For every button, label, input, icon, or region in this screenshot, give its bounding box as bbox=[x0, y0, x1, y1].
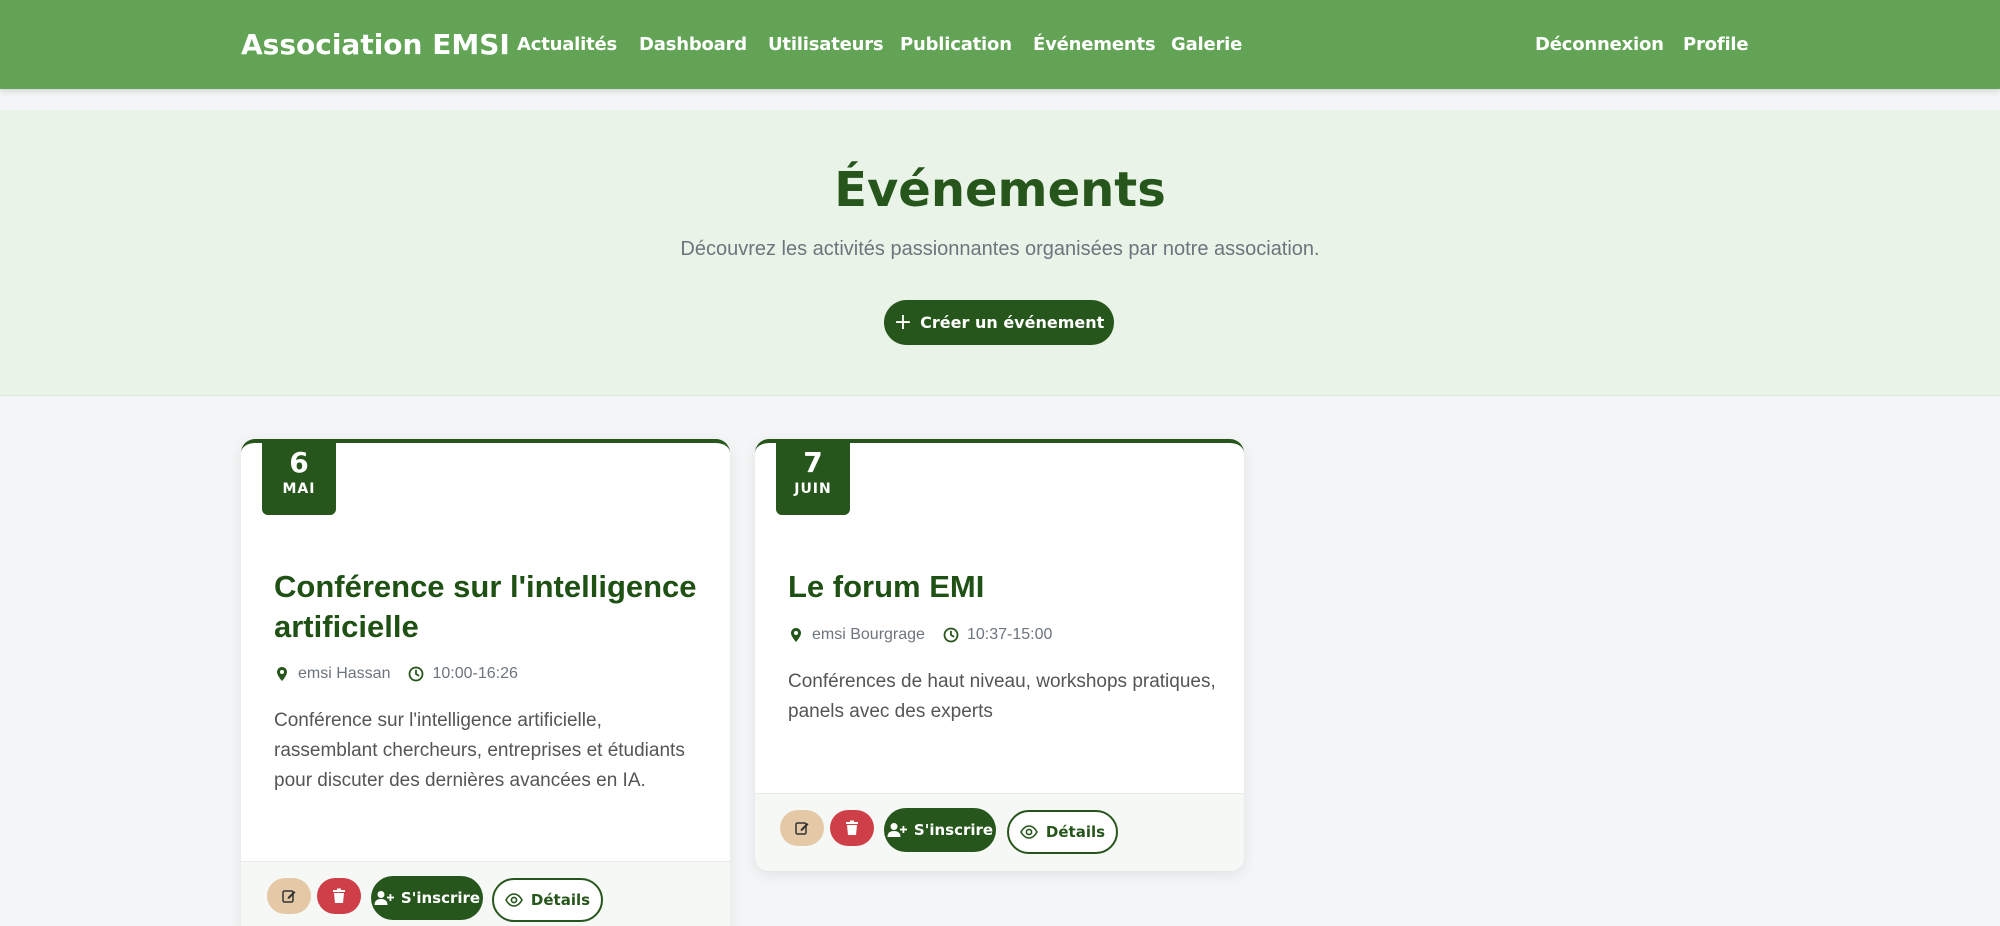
event-meta: emsi Hassan 10:00-16:26 bbox=[274, 665, 518, 683]
date-day: 7 bbox=[803, 446, 823, 479]
plus-icon: + bbox=[893, 309, 913, 335]
event-title: Le forum EMI bbox=[788, 569, 985, 604]
event-time: 10:37-15:00 bbox=[966, 626, 1053, 643]
brand-logo[interactable]: Association EMSI bbox=[241, 28, 510, 61]
nav-link-evenements[interactable]: Événements bbox=[1033, 34, 1156, 55]
details-button[interactable]: Détails bbox=[1007, 810, 1118, 854]
location-pin-icon bbox=[788, 627, 804, 643]
page-title: Événements bbox=[834, 162, 1166, 218]
nav-link-actualites[interactable]: Actualités bbox=[517, 34, 617, 55]
event-meta: emsi Bourgrage 10:37-15:00 bbox=[788, 626, 1052, 644]
navbar: Association EMSI Actualités Dashboard Ut… bbox=[0, 0, 2000, 89]
event-title: Conférence sur l'intelligence artificiel… bbox=[274, 569, 697, 644]
card-actions: S'inscrire Détails bbox=[241, 861, 730, 926]
clock-icon bbox=[408, 666, 424, 682]
location-pin-icon bbox=[274, 666, 290, 682]
register-button[interactable]: S'inscrire bbox=[371, 876, 483, 920]
register-button[interactable]: S'inscrire bbox=[884, 808, 996, 852]
event-card: 7 JUIN Le forum EMI emsi Bourgrage 10:37… bbox=[755, 439, 1244, 871]
nav-link-deconnexion[interactable]: Déconnexion bbox=[1535, 34, 1664, 55]
event-location: emsi Hassan bbox=[298, 665, 391, 682]
eye-icon bbox=[1020, 825, 1038, 839]
nav-link-utilisateurs[interactable]: Utilisateurs bbox=[768, 34, 884, 55]
event-card: 6 MAI Conférence sur l'intelligence arti… bbox=[241, 439, 730, 926]
edit-button[interactable] bbox=[780, 810, 824, 846]
event-location: emsi Bourgrage bbox=[812, 626, 925, 643]
details-label: Détails bbox=[530, 891, 591, 909]
edit-icon bbox=[795, 822, 809, 835]
user-plus-icon bbox=[374, 891, 394, 905]
nav-link-publication[interactable]: Publication bbox=[900, 34, 1012, 55]
nav-link-profile[interactable]: Profile bbox=[1683, 34, 1749, 55]
delete-button[interactable] bbox=[830, 810, 874, 846]
card-actions: S'inscrire Détails bbox=[755, 793, 1244, 871]
user-plus-icon bbox=[887, 823, 907, 837]
details-label: Détails bbox=[1045, 823, 1106, 841]
register-label: S'inscrire bbox=[400, 889, 481, 907]
create-event-label: Créer un événement bbox=[920, 313, 1105, 332]
event-description: Conférence sur l'intelligence artificiel… bbox=[274, 710, 685, 791]
event-description: Conférences de haut niveau, workshops pr… bbox=[788, 671, 1216, 722]
event-time: 10:00-16:26 bbox=[432, 665, 518, 682]
hero-section: Événements Découvrez les activités passi… bbox=[0, 110, 2000, 396]
trash-icon bbox=[846, 820, 858, 835]
nav-link-dashboard[interactable]: Dashboard bbox=[639, 34, 747, 55]
details-button[interactable]: Détails bbox=[492, 878, 603, 922]
eye-icon bbox=[505, 893, 523, 907]
register-label: S'inscrire bbox=[913, 821, 994, 839]
trash-icon bbox=[333, 888, 345, 903]
date-month: MAI bbox=[282, 481, 316, 497]
date-badge: 6 MAI bbox=[262, 443, 336, 515]
edit-icon bbox=[282, 890, 296, 903]
clock-icon bbox=[943, 627, 959, 643]
nav-link-galerie[interactable]: Galerie bbox=[1171, 34, 1242, 55]
delete-button[interactable] bbox=[317, 878, 361, 914]
date-month: JUIN bbox=[794, 481, 832, 497]
create-event-button[interactable]: + Créer un événement bbox=[884, 300, 1114, 345]
date-day: 6 bbox=[289, 446, 309, 479]
date-badge: 7 JUIN bbox=[776, 443, 850, 515]
edit-button[interactable] bbox=[267, 878, 311, 914]
page-subtitle: Découvrez les activités passionnantes or… bbox=[680, 238, 1320, 260]
